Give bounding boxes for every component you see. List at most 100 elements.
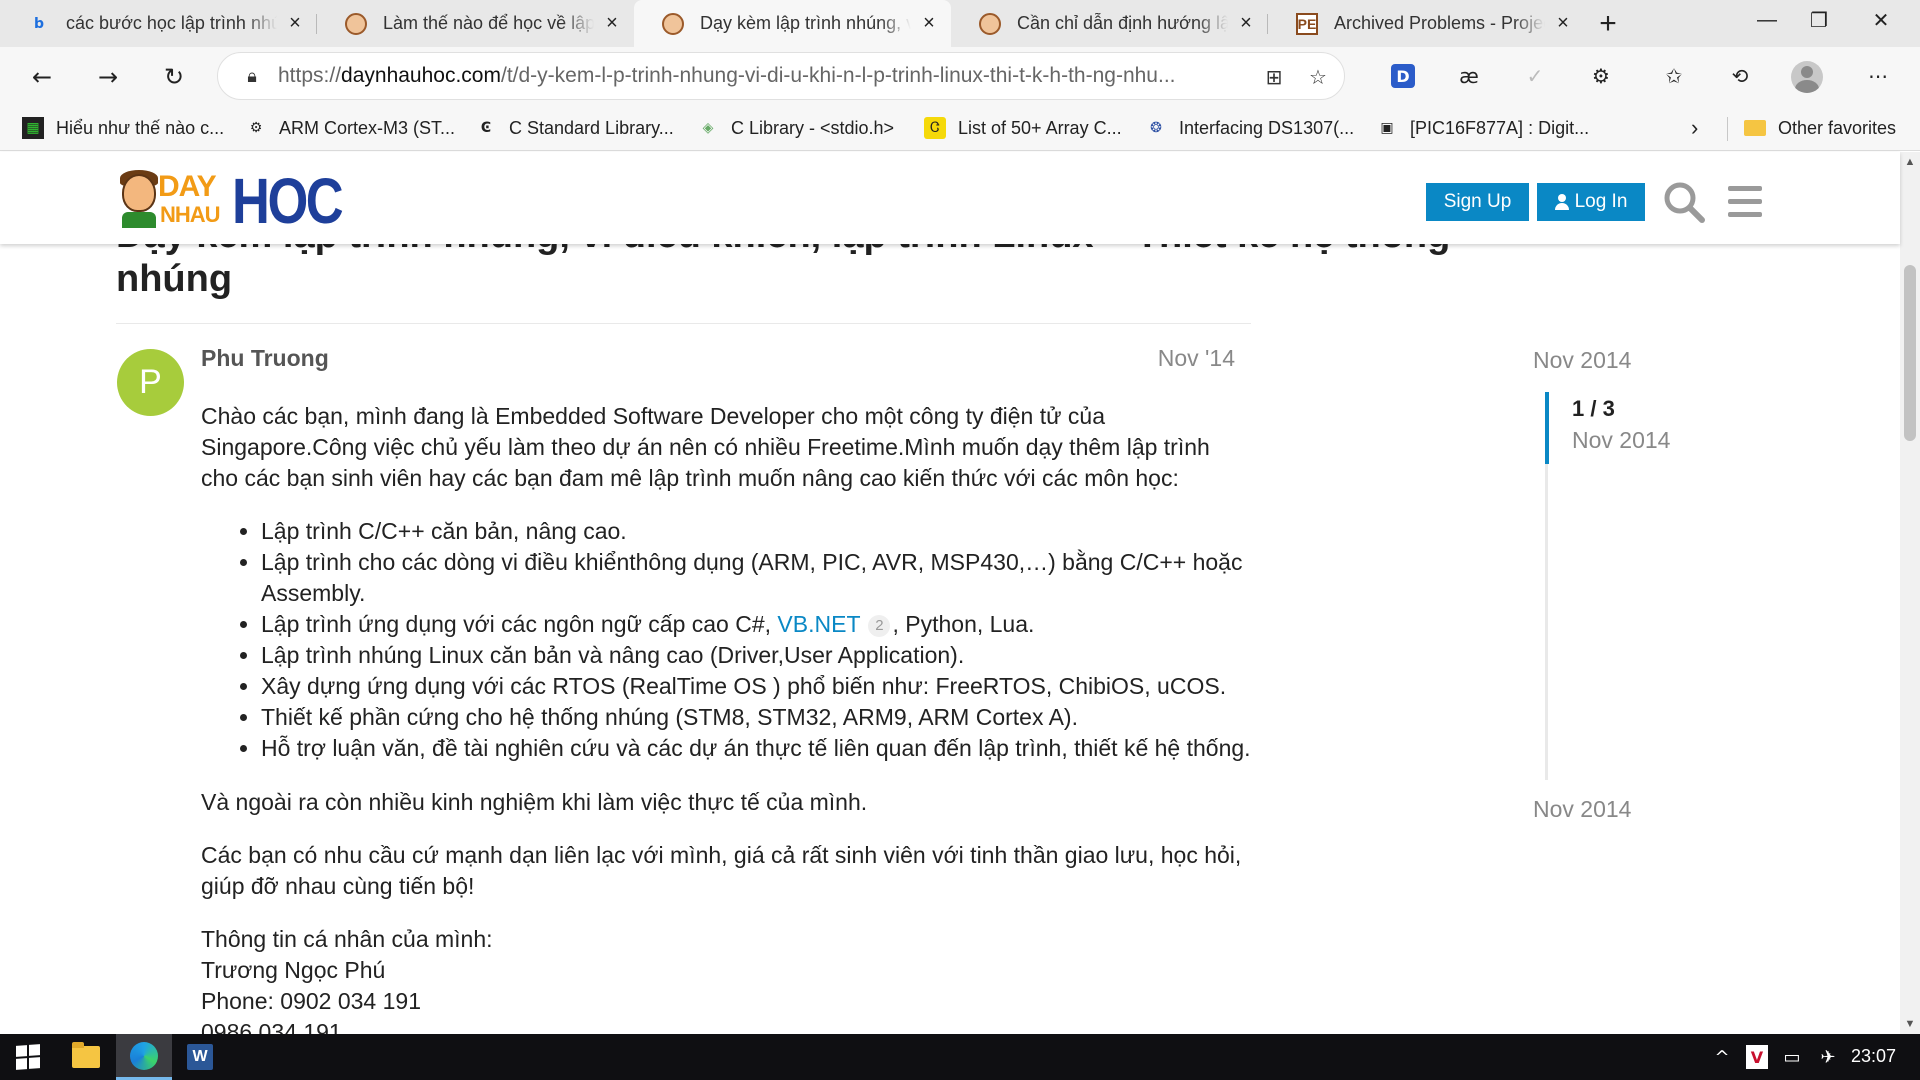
post-body: Chào các bạn, mình đang là Embedded Soft…	[201, 401, 1251, 1048]
bookmark-item[interactable]: ▣ [PIC16F877A] : Digit...	[1376, 114, 1589, 142]
bookmark-item[interactable]: Ͼ C Standard Library...	[475, 114, 674, 142]
tab-0[interactable]: b các bước học lập trình nhúng ×	[0, 0, 317, 47]
airplane-mode-icon[interactable]: ✈	[1814, 1034, 1842, 1080]
new-tab-button[interactable]: +	[1585, 0, 1631, 47]
post-intro: Chào các bạn, mình đang là Embedded Soft…	[201, 403, 1210, 491]
scroll-up-icon[interactable]: ▲	[1900, 152, 1920, 172]
avatar[interactable]: P	[117, 349, 184, 416]
timeline-start-date[interactable]: Nov 2014	[1533, 347, 1631, 374]
close-icon[interactable]: ×	[602, 12, 622, 34]
extension-check-icon[interactable]: ✓	[1519, 60, 1551, 92]
page-scrollbar[interactable]: ▲ ▼	[1900, 152, 1920, 1034]
bookmark-label: Hiểu như thế nào c...	[56, 117, 225, 138]
contact-phone: Phone: 0902 034 191	[201, 988, 421, 1014]
show-hidden-icons-icon[interactable]: ^	[1710, 1034, 1734, 1080]
chip-icon: ▣	[1380, 120, 1394, 136]
restore-icon[interactable]: ❐	[1788, 0, 1850, 40]
file-explorer-icon[interactable]	[58, 1034, 114, 1080]
bookmark-label: ARM Cortex-M3 (ST...	[279, 117, 456, 138]
tab-3[interactable]: Cần chỉ dẫn định hướng lập trình ×	[951, 0, 1268, 47]
logo-hoc: HOC	[232, 165, 344, 237]
refresh-icon[interactable]: ↻	[154, 57, 194, 97]
vbnet-link[interactable]: VB.NET	[777, 611, 860, 637]
user-icon	[1554, 194, 1569, 210]
contact-info: Thông tin cá nhân của mình: Trương Ngọc …	[201, 924, 1251, 1048]
bookmark-item[interactable]: ▦ Hiểu như thế nào c...	[22, 114, 224, 142]
site-logo[interactable]: DAY NHAU HOC	[116, 165, 344, 237]
scrollbar-thumb[interactable]	[1904, 265, 1916, 441]
contact-heading: Thông tin cá nhân của mình:	[201, 926, 493, 952]
profile-avatar-icon[interactable]	[1791, 61, 1823, 93]
gfg-icon: Ꮳ	[924, 117, 946, 139]
tab-title: Làm thế nào để học về lập trình	[383, 13, 594, 33]
timeline-current-date: Nov 2014	[1572, 427, 1671, 453]
battery-icon[interactable]: ▭	[1778, 1034, 1806, 1080]
c-icon: Ͼ	[480, 120, 492, 136]
back-icon[interactable]: ←	[22, 57, 62, 97]
other-favorites-label: Other favorites	[1778, 117, 1897, 138]
chip-icon: ▦	[22, 117, 44, 139]
pe-icon: PE	[1296, 12, 1318, 35]
tab-title: Archived Problems - Project Euler	[1334, 13, 1545, 33]
close-icon[interactable]: ×	[285, 12, 305, 34]
tab-1[interactable]: Làm thế nào để học về lập trình ×	[317, 0, 634, 47]
tab-strip: b các bước học lập trình nhúng × Làm thế…	[0, 0, 1920, 47]
logo-nhau: NHAU	[160, 202, 221, 227]
search-icon[interactable]	[1662, 180, 1706, 224]
hamburger-menu-icon[interactable]	[1726, 182, 1764, 222]
timeline-end-date[interactable]: Nov 2014	[1533, 796, 1631, 823]
other-favorites[interactable]: Other favorites	[1744, 114, 1896, 142]
extension-ae-icon[interactable]: æ	[1453, 60, 1485, 92]
app-available-icon[interactable]: ⊞	[1258, 61, 1290, 93]
tab-4[interactable]: PE Archived Problems - Project Euler ×	[1268, 0, 1585, 47]
extensions-icon[interactable]: ⚙	[1585, 60, 1617, 92]
bookmark-label: List of 50+ Array C...	[958, 117, 1122, 138]
bing-icon: b	[33, 15, 45, 32]
list-item: Thiết kế phần cứng cho hệ thống nhúng (S…	[261, 702, 1251, 733]
bookmark-item[interactable]: ⚙ ARM Cortex-M3 (ST...	[245, 114, 455, 142]
tab-2-active[interactable]: Dạy kèm lập trình nhúng, vi điều ×	[634, 0, 951, 47]
face-icon	[662, 12, 684, 35]
scroll-down-icon[interactable]: ▼	[1900, 1014, 1920, 1034]
close-icon[interactable]: ×	[1236, 12, 1256, 34]
bookmark-label: C Library - <stdio.h>	[731, 117, 895, 138]
list-item: Lập trình cho các dòng vi điều khiểnthôn…	[261, 547, 1251, 609]
address-bar[interactable]: 🔒︎ https://daynhauhoc.com/t/d-y-kem-l-p-…	[217, 52, 1345, 100]
start-icon[interactable]	[0, 1034, 56, 1080]
edge-icon[interactable]	[116, 1034, 172, 1080]
mascot-icon	[116, 170, 160, 228]
forward-icon[interactable]: →	[88, 57, 128, 97]
timeline-handle[interactable]	[1545, 392, 1549, 464]
post-date[interactable]: Nov '14	[1158, 345, 1235, 372]
bookmark-label: Interfacing DS1307(...	[1179, 117, 1355, 138]
list-item: Hỗ trợ luận văn, đề tài nghiên cứu và cá…	[261, 733, 1251, 764]
clock[interactable]: 23:07	[1851, 1046, 1896, 1067]
logo-day: DAY	[158, 170, 217, 203]
history-icon[interactable]: ⟲	[1724, 60, 1756, 92]
bookmark-item[interactable]: ❂ Interfacing DS1307(...	[1145, 114, 1354, 142]
url-text[interactable]: https://daynhauhoc.com/t/d-y-kem-l-p-tri…	[278, 64, 1238, 88]
link-click-count: 2	[868, 615, 891, 637]
post-paragraph: Và ngoài ra còn nhiều kinh nghiệm khi là…	[201, 789, 868, 815]
list-item: Lập trình nhúng Linux căn bản và nâng ca…	[261, 640, 1251, 671]
extension-d-icon[interactable]: D	[1391, 64, 1415, 88]
post-author[interactable]: Phu Truong	[201, 345, 329, 372]
taskbar: W ^ V ▭ ✈ 23:07	[0, 1034, 1920, 1080]
bookmark-item[interactable]: ◈ C Library - <stdio.h>	[697, 114, 894, 142]
add-favorite-icon[interactable]: ☆	[1302, 61, 1334, 93]
window-close-icon[interactable]: ✕	[1850, 0, 1912, 40]
close-icon[interactable]: ×	[919, 12, 939, 34]
contact-name: Trương Ngọc Phú	[201, 957, 386, 983]
vivaldi-tray-icon[interactable]: V	[1746, 1045, 1768, 1069]
chevron-right-icon[interactable]: ›	[1691, 114, 1698, 142]
post-paragraph: Các bạn có nhu cầu cứ mạnh dạn liên lạc …	[201, 842, 1242, 899]
log-in-button[interactable]: Log In	[1537, 183, 1645, 221]
word-icon[interactable]: W	[172, 1034, 228, 1080]
site-header: DAY NHAU HOC Sign Up Log In	[0, 152, 1900, 244]
more-options-icon[interactable]: ⋯	[1862, 60, 1894, 92]
close-icon[interactable]: ×	[1553, 12, 1573, 34]
favorites-icon[interactable]: ✩	[1658, 60, 1690, 92]
bookmark-item[interactable]: Ꮳ List of 50+ Array C...	[924, 114, 1122, 142]
lock-icon[interactable]: 🔒︎	[232, 66, 272, 87]
sign-up-button[interactable]: Sign Up	[1426, 183, 1529, 221]
